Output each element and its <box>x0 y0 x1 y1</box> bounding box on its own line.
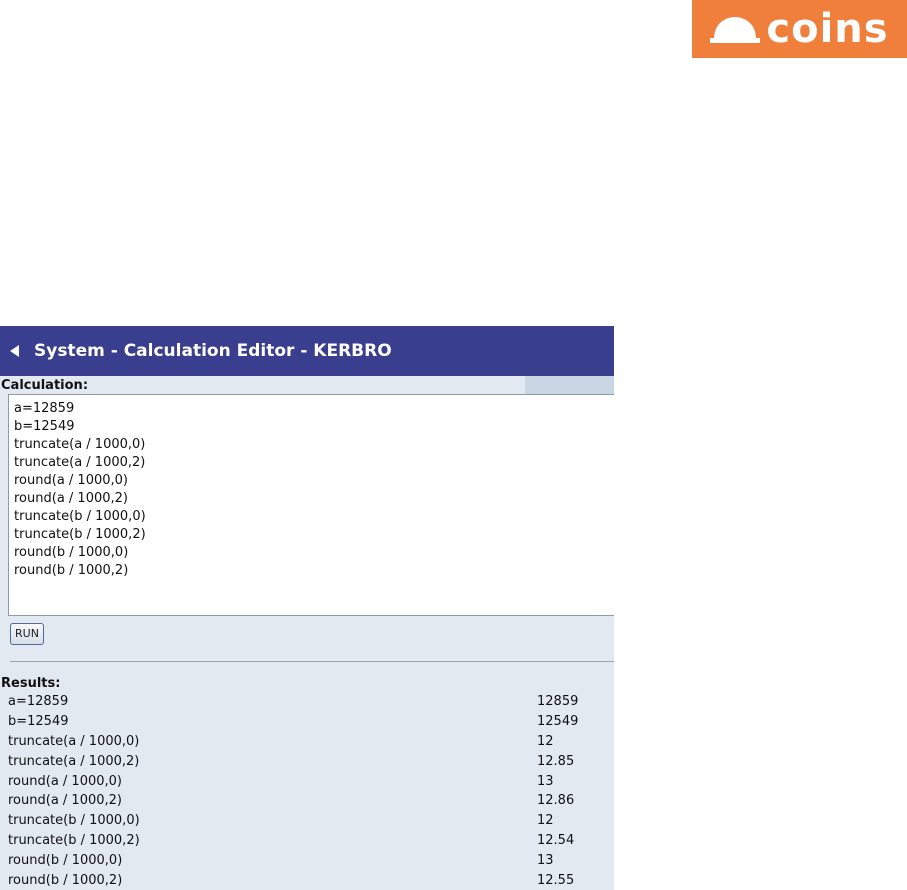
result-value: 12 <box>537 813 554 829</box>
title-bar: System - Calculation Editor - KERBRO <box>0 326 614 376</box>
result-expression: round(b / 1000,0) <box>8 852 123 868</box>
divider <box>10 661 614 662</box>
calculation-textarea[interactable]: a=12859 b=12549 truncate(a / 1000,0) tru… <box>8 394 614 616</box>
result-row: round(b / 1000,0) 13 <box>8 850 614 870</box>
run-button[interactable]: RUN <box>10 622 44 645</box>
result-expression: round(a / 1000,2) <box>8 793 122 809</box>
calculation-label: Calculation: <box>1 377 89 393</box>
result-value: 12549 <box>537 714 579 730</box>
result-row: a=12859 12859 <box>8 692 614 712</box>
result-value: 12.86 <box>537 793 575 809</box>
calculation-header: Calculation: <box>0 376 614 394</box>
calculation-editor-window: System - Calculation Editor - KERBRO Cal… <box>0 326 614 890</box>
results-label: Results: <box>1 676 61 691</box>
result-row: round(a / 1000,2) 12.86 <box>8 791 614 811</box>
result-expression: truncate(a / 1000,2) <box>8 753 140 769</box>
run-row: RUN <box>0 616 614 650</box>
result-expression: a=12859 <box>8 694 69 710</box>
result-row: round(b / 1000,2) 12.55 <box>8 870 614 890</box>
result-expression: b=12549 <box>8 714 69 730</box>
result-value: 13 <box>537 852 554 868</box>
result-value: 12 <box>537 733 554 749</box>
result-expression: truncate(a / 1000,0) <box>8 733 140 749</box>
result-row: truncate(b / 1000,2) 12.54 <box>8 831 614 851</box>
hard-hat-icon <box>710 17 761 43</box>
result-row: truncate(b / 1000,0) 12 <box>8 811 614 831</box>
result-row: truncate(a / 1000,0) 12 <box>8 732 614 752</box>
window-title: System - Calculation Editor - KERBRO <box>34 341 392 361</box>
result-row: truncate(a / 1000,2) 12.85 <box>8 751 614 771</box>
result-expression: round(b / 1000,2) <box>8 872 123 888</box>
result-value: 12.55 <box>537 872 575 888</box>
logo-text: coins <box>766 6 889 52</box>
result-value: 13 <box>537 773 554 789</box>
result-expression: round(a / 1000,0) <box>8 773 122 789</box>
results-list: a=12859 12859 b=12549 12549 truncate(a / 100… <box>0 692 614 890</box>
result-value: 12.54 <box>537 832 575 848</box>
result-value: 12.85 <box>537 753 575 769</box>
result-expression: truncate(b / 1000,0) <box>8 813 140 829</box>
result-row: b=12549 12549 <box>8 712 614 732</box>
result-row: round(a / 1000,0) 13 <box>8 771 614 791</box>
result-value: 12859 <box>537 694 579 710</box>
result-expression: truncate(b / 1000,2) <box>8 832 140 848</box>
header-accent <box>525 376 614 394</box>
back-arrow-icon[interactable] <box>8 344 22 358</box>
coins-logo: coins <box>692 0 907 58</box>
